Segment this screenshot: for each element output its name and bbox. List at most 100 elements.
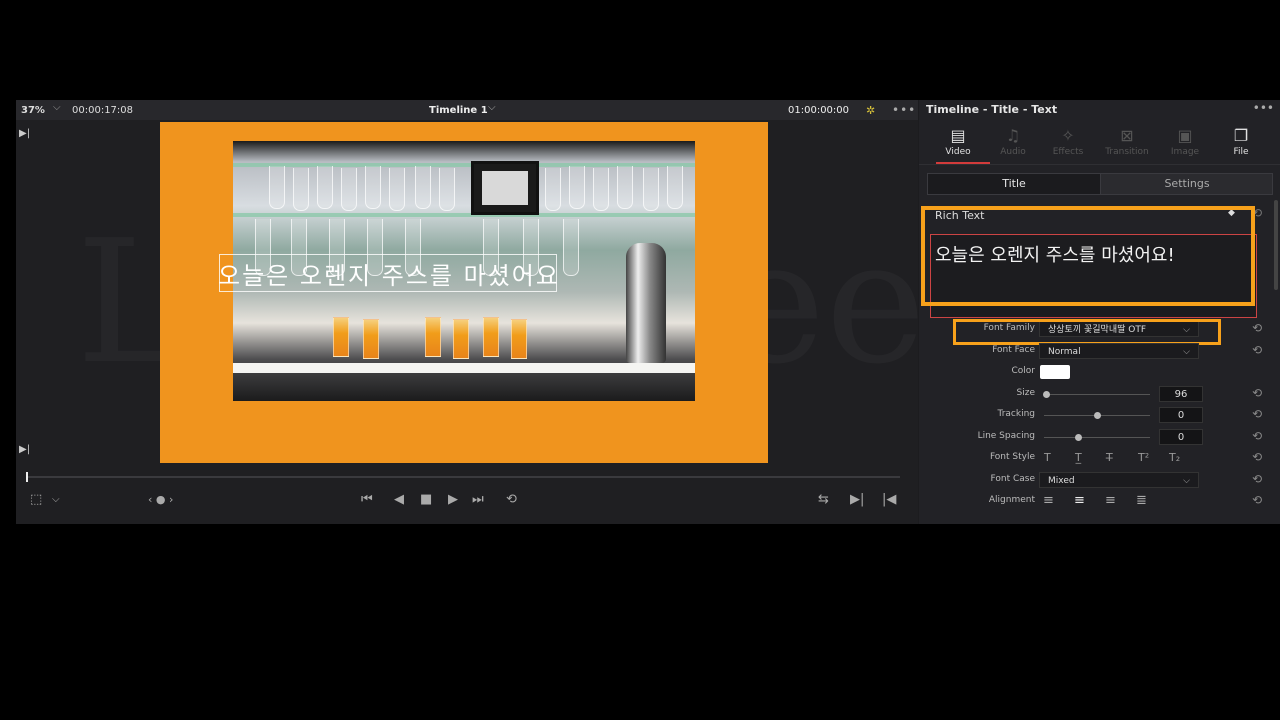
match-frame-icon[interactable]: ⇆ (818, 492, 829, 507)
tab-effects[interactable]: ✧ Effects (1040, 122, 1096, 157)
inspector-tabs: ▤ Video ♫ Audio ✧ Effects ⊠ Transition ▣… (919, 122, 1280, 165)
align-justify-icon[interactable]: ≣ (1136, 493, 1147, 508)
transport-bar: ⬚ ⌵ ‹ ● › ⏮ ◀ ■ ▶ ⏭ ⟲ ⇆ ▶| |◀ (16, 488, 918, 518)
fx-icon[interactable]: ✲ (866, 104, 875, 117)
chevron-down-icon: ⌵ (1183, 347, 1190, 357)
reset-icon[interactable]: ⟲ (1252, 321, 1262, 335)
size-slider-knob[interactable] (1043, 391, 1050, 398)
line-spacing-slider-knob[interactable] (1075, 434, 1082, 441)
line-spacing-label: Line Spacing (977, 431, 1035, 441)
align-center-icon[interactable]: ≡ (1074, 493, 1085, 508)
viewer-panel: 37% ⌵ 00:00:17:08 Timeline 1 ⌵ 01:00:00:… (16, 100, 918, 524)
rich-text-highlight-box (921, 206, 1255, 306)
line-spacing-input[interactable]: 0 (1159, 429, 1203, 445)
previous-clip-icon[interactable]: |◀ (882, 492, 896, 507)
font-case-label: Font Case (990, 474, 1035, 484)
thermos-pitcher (626, 243, 666, 363)
inspector-title: Timeline - Title - Text (926, 103, 1058, 116)
size-slider-track[interactable] (1044, 394, 1150, 395)
inspector-panel: Timeline - Title - Text ••• ▤ Video ♫ Au… (919, 100, 1280, 524)
framed-picture (471, 161, 539, 215)
file-icon: ❐ (1233, 126, 1249, 145)
font-face-label: Font Face (992, 345, 1035, 355)
reset-icon[interactable]: ⟲ (1252, 407, 1262, 421)
size-label: Size (1016, 388, 1035, 398)
style-superscript-icon[interactable]: T² (1138, 451, 1149, 464)
style-normal-icon[interactable]: T (1044, 451, 1051, 464)
chevron-down-icon: ⌵ (1183, 476, 1190, 486)
alignment-row: Alignment ≡ ≡ ≡ ≣ ⟲ (919, 492, 1280, 512)
source-timecode: 00:00:17:08 (72, 104, 134, 116)
music-note-icon: ♫ (1005, 126, 1021, 145)
record-timecode: 01:00:00:00 (788, 104, 850, 116)
font-case-row: Font Case Mixed ⌵ ⟲ (919, 471, 1280, 491)
viewer-left-toggle-icon[interactable]: ▶| (19, 128, 30, 139)
tracking-label: Tracking (997, 409, 1035, 419)
reset-icon[interactable]: ⟲ (1252, 450, 1262, 464)
active-tab-indicator (936, 162, 990, 164)
reset-icon[interactable]: ⟲ (1252, 493, 1262, 507)
more-options-icon[interactable]: ••• (892, 103, 916, 117)
tab-audio[interactable]: ♫ Audio (985, 122, 1041, 157)
crop-tool-icon[interactable]: ⬚ (30, 492, 42, 507)
tab-file[interactable]: ❐ File (1213, 122, 1269, 157)
font-style-label: Font Style (989, 452, 1035, 462)
timeline-name[interactable]: Timeline 1 (429, 105, 488, 116)
style-underline-icon[interactable]: T̲ (1075, 451, 1082, 464)
transition-icon: ⊠ (1120, 126, 1134, 145)
color-row: Color (919, 363, 1280, 383)
chevron-down-icon[interactable]: ⌵ (52, 494, 60, 505)
title-settings-toggle: Title Settings (927, 173, 1273, 195)
style-subscript-icon[interactable]: T₂ (1169, 451, 1180, 464)
reset-icon[interactable]: ⟲ (1252, 472, 1262, 486)
size-input[interactable]: 96 (1159, 386, 1203, 402)
play-reverse-button[interactable]: ◀ (394, 492, 404, 507)
color-swatch[interactable] (1040, 365, 1070, 379)
align-left-icon[interactable]: ≡ (1043, 493, 1054, 508)
playhead[interactable] (26, 472, 28, 482)
font-style-row: Font Style T T̲ T̶ T² T₂ ⟲ (919, 449, 1280, 469)
more-options-icon[interactable]: ••• (1253, 101, 1274, 115)
zoom-level[interactable]: 37% (21, 105, 45, 116)
tab-title[interactable]: Title (928, 174, 1100, 194)
alignment-label: Alignment (988, 495, 1035, 505)
play-button[interactable]: ▶ (448, 492, 458, 507)
size-row: Size 96 ⟲ (919, 385, 1280, 405)
font-face-row: Font Face Normal ⌵ ⟲ (919, 342, 1280, 362)
tab-video[interactable]: ▤ Video (930, 122, 990, 164)
style-strikethrough-icon[interactable]: T̶ (1106, 451, 1113, 464)
image-icon: ▣ (1177, 126, 1193, 145)
tracking-row: Tracking 0 ⟲ (919, 406, 1280, 426)
viewer-left-toggle-icon[interactable]: ▶| (19, 444, 30, 455)
scrubber-bar[interactable] (26, 476, 900, 478)
magic-wand-icon: ✧ (1061, 126, 1075, 145)
font-face-dropdown[interactable]: Normal ⌵ (1039, 343, 1199, 359)
tab-settings[interactable]: Settings (1100, 174, 1273, 194)
jog-control[interactable]: ‹ ● › (148, 493, 173, 506)
video-canvas: 오늘은 오렌지 주스를 마셨어요 (160, 122, 768, 463)
davinci-resolve-window: 37% ⌵ 00:00:17:08 Timeline 1 ⌵ 01:00:00:… (16, 100, 1280, 524)
line-spacing-row: Line Spacing 0 ⟲ (919, 428, 1280, 448)
reset-icon[interactable]: ⟲ (1252, 429, 1262, 443)
tracking-input[interactable]: 0 (1159, 407, 1203, 423)
loop-button[interactable]: ⟲ (506, 492, 517, 507)
line-spacing-slider-track[interactable] (1044, 437, 1150, 438)
film-icon: ▤ (950, 126, 966, 145)
chevron-down-icon[interactable]: ⌵ (488, 102, 496, 113)
tab-transition[interactable]: ⊠ Transition (1099, 122, 1155, 157)
font-case-dropdown[interactable]: Mixed ⌵ (1039, 472, 1199, 488)
viewer-toolbar: 37% ⌵ 00:00:17:08 Timeline 1 ⌵ 01:00:00:… (16, 100, 918, 120)
stop-button[interactable]: ■ (420, 492, 432, 507)
last-frame-button[interactable]: ⏭ (472, 492, 484, 507)
tab-image[interactable]: ▣ Image (1157, 122, 1213, 157)
next-clip-icon[interactable]: ▶| (850, 492, 864, 507)
color-label: Color (1011, 366, 1036, 376)
align-right-icon[interactable]: ≡ (1105, 493, 1116, 508)
chevron-down-icon[interactable]: ⌵ (53, 102, 61, 113)
reset-icon[interactable]: ⟲ (1252, 386, 1262, 400)
tracking-slider-knob[interactable] (1094, 412, 1101, 419)
inspector-scrollbar[interactable] (1274, 200, 1278, 290)
title-overlay-text[interactable]: 오늘은 오렌지 주스를 마셨어요 (218, 256, 558, 291)
reset-icon[interactable]: ⟲ (1252, 343, 1262, 357)
first-frame-button[interactable]: ⏮ (361, 492, 373, 507)
